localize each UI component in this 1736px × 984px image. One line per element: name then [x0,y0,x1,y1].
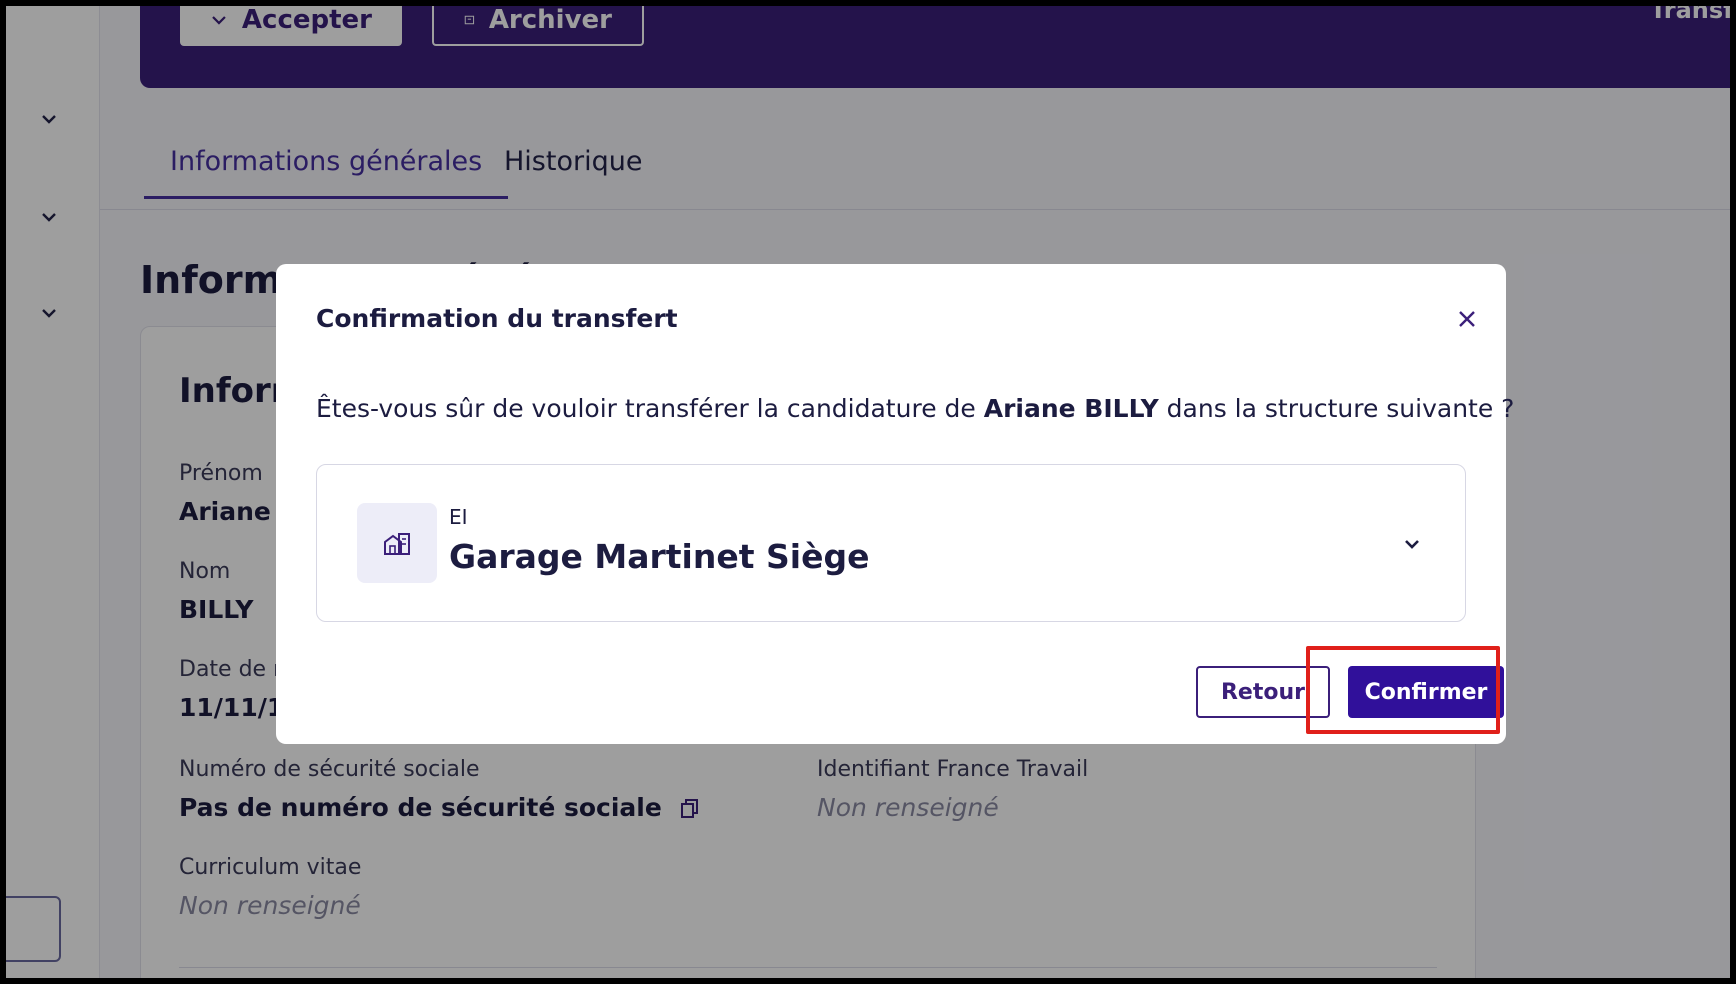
building-icon [384,533,410,555]
dialog-message-end: dans la structure suivante ? [1158,394,1515,423]
transfer-confirmation-dialog: Confirmation du transfert Êtes-vous sûr … [276,264,1514,744]
dialog-message: Êtes-vous sûr de vouloir transférer la c… [316,394,1514,423]
structure-select[interactable]: EI Garage Martinet Siège [316,464,1466,622]
dialog-message-start: Êtes-vous sûr de vouloir transférer la c… [316,394,984,423]
app-frame: Accepter Archiver Transférer Information… [6,6,1730,978]
structure-kind: EI [449,505,468,529]
back-button[interactable]: Retour [1196,666,1330,718]
dialog-title: Confirmation du transfert [316,304,678,333]
structure-icon-box [357,503,437,583]
structure-name: Garage Martinet Siège [449,537,870,576]
chevron-down-icon [1405,540,1419,549]
confirm-button[interactable]: Confirmer [1348,666,1504,718]
candidate-name: Ariane BILLY [983,394,1159,423]
close-icon[interactable] [1454,306,1480,332]
